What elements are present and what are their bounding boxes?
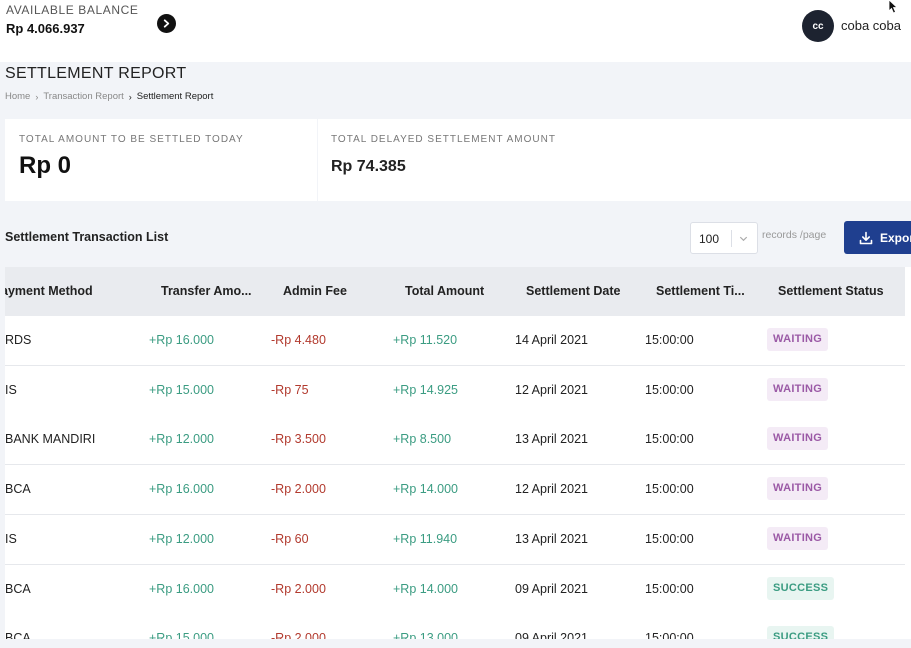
cell-payment-method: BCA <box>5 581 31 596</box>
cell-payment-method: RDS <box>5 333 32 347</box>
today-amount-value: Rp 0 <box>19 152 72 179</box>
col-settlement-date[interactable]: Settlement Date <box>526 284 620 298</box>
balance-label: AVAILABLE BALANCE <box>6 3 139 17</box>
page-title: SETTLEMENT REPORT <box>5 65 187 82</box>
cell-settlement-date: 09 April 2021 <box>515 581 588 596</box>
balance-detail-button[interactable] <box>157 14 176 33</box>
records-per-page-select[interactable]: 100 <box>690 222 758 254</box>
cell-settlement-time: 15:00:00 <box>645 333 694 347</box>
breadcrumb: Home › Transaction Report › Settlement R… <box>5 91 213 102</box>
cell-payment-method: BANK MANDIRI <box>5 432 96 447</box>
cell-transfer-amount: +Rp 15.000 <box>149 382 214 397</box>
cell-payment-method: IS <box>5 382 17 397</box>
cell-total-amount: +Rp 11.940 <box>393 531 458 546</box>
download-icon <box>859 231 873 244</box>
cell-settlement-date: 12 April 2021 <box>515 382 588 397</box>
status-badge: WAITING <box>767 477 829 501</box>
cell-admin-fee: -Rp 2.000 <box>271 581 326 596</box>
export-button[interactable]: Expor <box>844 221 911 254</box>
user-name[interactable]: coba coba <box>841 18 901 33</box>
balance-value: Rp 4.066.937 <box>6 21 85 36</box>
summary-card-today: TOTAL AMOUNT TO BE SETTLED TODAY Rp 0 <box>5 119 317 201</box>
table-row[interactable]: IS +Rp 12.000 -Rp 60 +Rp 11.940 13 April 202… <box>5 514 905 565</box>
list-title: Settlement Transaction List <box>5 230 169 244</box>
cursor-icon <box>888 0 899 14</box>
cell-admin-fee: -Rp 2.000 <box>271 482 326 497</box>
status-badge: SUCCESS <box>767 626 835 639</box>
cell-settlement-date: 14 April 2021 <box>515 333 588 347</box>
breadcrumb-transaction-report[interactable]: Transaction Report <box>43 91 123 102</box>
top-bar: AVAILABLE BALANCE Rp 4.066.937 cc coba c… <box>0 0 911 62</box>
cell-total-amount: +Rp 14.925 <box>393 382 458 397</box>
cell-settlement-time: 15:00:00 <box>645 432 694 447</box>
cell-transfer-amount: +Rp 12.000 <box>149 531 214 546</box>
table-row[interactable]: RDS +Rp 16.000 -Rp 4.480 +Rp 11.520 14 April… <box>5 316 905 366</box>
col-settlement-status[interactable]: Settlement Status <box>778 284 884 298</box>
cell-admin-fee: -Rp 2.000 <box>271 631 326 639</box>
breadcrumb-home[interactable]: Home <box>5 91 30 102</box>
chevron-down-icon <box>739 236 748 242</box>
cell-settlement-date: 13 April 2021 <box>515 432 588 447</box>
cell-payment-method: BCA <box>5 482 31 497</box>
cell-total-amount: +Rp 8.500 <box>393 432 452 447</box>
cell-settlement-time: 15:00:00 <box>645 482 694 497</box>
cell-transfer-amount: +Rp 15.000 <box>149 631 214 639</box>
cell-settlement-date: 12 April 2021 <box>515 482 588 497</box>
records-per-page-value: 100 <box>699 232 720 246</box>
cell-total-amount: +Rp 14.000 <box>393 482 458 497</box>
cell-settlement-time: 15:00:00 <box>645 631 694 639</box>
chevron-right-icon: › <box>35 91 39 102</box>
status-badge: SUCCESS <box>767 576 835 600</box>
export-button-label: Expor <box>880 230 911 245</box>
col-settlement-time[interactable]: Settlement Ti... <box>656 284 745 298</box>
col-total-amount[interactable]: Total Amount <box>405 284 484 298</box>
col-payment-method[interactable]: ayment Method <box>5 284 93 298</box>
select-divider <box>731 230 732 247</box>
chevron-right-icon <box>163 19 170 28</box>
cell-total-amount: +Rp 11.520 <box>393 333 458 347</box>
breadcrumb-current: Settlement Report <box>136 91 214 102</box>
cell-transfer-amount: +Rp 12.000 <box>149 432 214 447</box>
cell-total-amount: +Rp 13.000 <box>393 631 458 639</box>
table-row[interactable]: BCA +Rp 16.000 -Rp 2.000 +Rp 14.000 12 April… <box>5 465 905 516</box>
cell-transfer-amount: +Rp 16.000 <box>149 482 214 497</box>
records-per-page-label: records /page <box>762 229 827 241</box>
status-badge: WAITING <box>767 377 829 401</box>
cell-settlement-time: 15:00:00 <box>645 382 694 397</box>
settlement-table: ayment Method Transfer Amo... Admin Fee … <box>5 267 911 639</box>
table-row[interactable]: BCA +Rp 16.000 -Rp 2.000 +Rp 14.000 09 April… <box>5 564 905 615</box>
status-badge: WAITING <box>767 328 829 351</box>
avatar[interactable]: cc <box>802 10 834 42</box>
cell-admin-fee: -Rp 3.500 <box>271 432 326 447</box>
cell-settlement-time: 15:00:00 <box>645 531 694 546</box>
chevron-right-icon: › <box>128 91 132 102</box>
cell-admin-fee: -Rp 60 <box>271 531 309 546</box>
col-transfer-amount[interactable]: Transfer Amo... <box>161 284 252 298</box>
cell-admin-fee: -Rp 4.480 <box>271 333 326 347</box>
summary-card-delayed: TOTAL DELAYED SETTLEMENT AMOUNT Rp 74.38… <box>318 119 911 201</box>
cell-settlement-time: 15:00:00 <box>645 581 694 596</box>
table-row[interactable]: BANK MANDIRI +Rp 12.000 -Rp 3.500 +Rp 8.500… <box>5 415 905 466</box>
cell-settlement-date: 09 April 2021 <box>515 631 588 639</box>
cell-transfer-amount: +Rp 16.000 <box>149 333 214 347</box>
main-content: SETTLEMENT REPORT Home › Transaction Rep… <box>0 62 911 648</box>
col-admin-fee[interactable]: Admin Fee <box>283 284 347 298</box>
table-row[interactable]: IS +Rp 15.000 -Rp 75 +Rp 14.925 12 April 202… <box>5 365 905 416</box>
delayed-amount-label: TOTAL DELAYED SETTLEMENT AMOUNT <box>331 134 556 145</box>
status-badge: WAITING <box>767 427 829 451</box>
cell-payment-method: IS <box>5 531 17 546</box>
cell-settlement-date: 13 April 2021 <box>515 531 588 546</box>
delayed-amount-value: Rp 74.385 <box>331 158 406 175</box>
table-header: ayment Method Transfer Amo... Admin Fee … <box>5 267 905 316</box>
table-row[interactable]: BCA +Rp 15.000 -Rp 2.000 +Rp 13.000 09 April… <box>5 614 905 639</box>
cell-total-amount: +Rp 14.000 <box>393 581 458 596</box>
status-badge: WAITING <box>767 526 829 550</box>
cell-admin-fee: -Rp 75 <box>271 382 309 397</box>
cell-transfer-amount: +Rp 16.000 <box>149 581 214 596</box>
today-amount-label: TOTAL AMOUNT TO BE SETTLED TODAY <box>19 134 244 145</box>
cell-payment-method: BCA <box>5 631 31 639</box>
